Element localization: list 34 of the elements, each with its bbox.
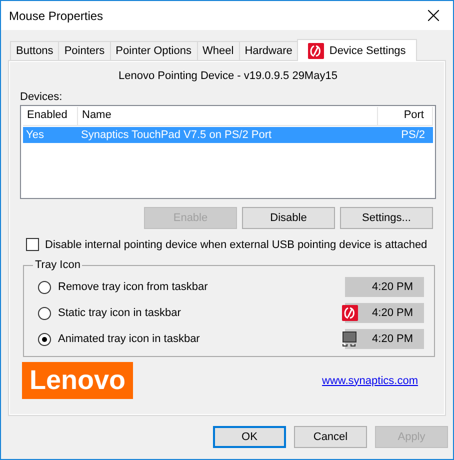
tab-logo-icon (308, 42, 324, 58)
radio-label[interactable]: Static tray icon in taskbar (58, 307, 181, 319)
dialog-button[interactable]: Cancel (294, 426, 367, 448)
checkbox[interactable] (26, 238, 39, 251)
devices-label: Devices: (20, 91, 62, 103)
tab[interactable]: Device Settings (297, 39, 417, 61)
column-header[interactable]: Name (78, 107, 378, 125)
device-heading: Lenovo Pointing Device - v19.0.9.5 29May15 (118, 70, 338, 82)
tab[interactable]: Buttons (10, 41, 60, 60)
table-cell-text: PS/2 (400, 129, 426, 141)
table-cell-text: Synaptics TouchPad V7.5 on PS/2 Port (80, 129, 273, 141)
devices-list[interactable]: Enabled Name Port Yes Synaptics TouchPad V7.5 on PS/2 Port PS/2 (20, 105, 436, 199)
column-header[interactable]: Port (378, 107, 433, 125)
tray-logo-icon (342, 305, 358, 321)
window-title: Mouse Properties (9, 8, 104, 22)
radio-label[interactable]: Remove tray icon from taskbar (58, 281, 208, 293)
device-button[interactable]: Settings... (340, 207, 433, 229)
radio-button[interactable] (38, 280, 51, 294)
radio-button[interactable] (38, 332, 51, 346)
website-link[interactable]: www.synaptics.com (322, 374, 418, 386)
radio-label[interactable]: Animated tray icon in taskbar (58, 333, 200, 345)
table-cell-text: Yes (25, 129, 45, 141)
checkbox-label[interactable]: Disable internal pointing device when external USB pointing device is attached (45, 238, 428, 250)
column-header[interactable]: Enabled (23, 107, 78, 125)
monitor-icon (342, 331, 358, 347)
radio-button[interactable] (38, 306, 51, 320)
lenovo-logo: Lenovo (22, 362, 133, 399)
taskbar-preview: 4:20 PM (345, 303, 424, 323)
dialog-button[interactable]: OK (213, 426, 286, 448)
close-icon (428, 10, 438, 21)
group-title: Tray Icon (34, 259, 82, 271)
device-button[interactable]: Disable (242, 207, 335, 229)
taskbar-preview: 4:20 PM (345, 277, 424, 297)
taskbar-preview: 4:20 PM (345, 329, 424, 349)
